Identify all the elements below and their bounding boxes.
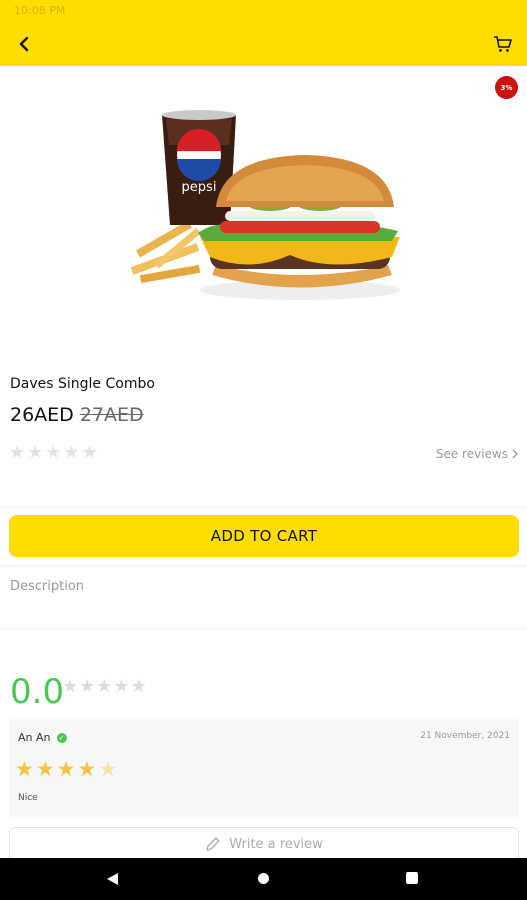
- nav-recents-icon[interactable]: [406, 872, 418, 884]
- reviewer-name-row: An An ✓: [18, 731, 67, 744]
- star-icon: ★: [96, 676, 113, 697]
- discount-badge: 3%: [495, 76, 518, 99]
- divider: [0, 566, 527, 567]
- fries-graphic: [130, 220, 202, 284]
- write-review-button[interactable]: Write a review: [9, 827, 519, 861]
- svg-text:pepsi: pepsi: [182, 180, 217, 195]
- star-icon: ★: [77, 757, 97, 781]
- chevron-left-icon: [19, 36, 29, 52]
- status-bar: 10:08 PM: [0, 0, 527, 22]
- average-rating-stars: ★ ★ ★ ★ ★: [62, 678, 147, 696]
- divider: [0, 507, 527, 508]
- current-price: 26AED: [10, 404, 74, 426]
- star-icon: ★: [130, 676, 147, 697]
- see-reviews-link[interactable]: See reviews: [436, 447, 518, 461]
- verified-check-icon: ✓: [56, 732, 67, 743]
- ratings-section: 0.0 ★ ★ ★ ★ ★ An An ✓ 21 November, 2021 …: [0, 662, 527, 862]
- see-reviews-label: See reviews: [435, 447, 508, 461]
- pepsi-cup-graphic: pepsi: [162, 110, 236, 225]
- original-price: 27AED: [79, 404, 144, 426]
- add-to-cart-button[interactable]: ADD TO CART: [9, 515, 519, 557]
- description-label: Description: [10, 579, 85, 594]
- star-icon: ★: [62, 676, 79, 697]
- star-icon: ★: [45, 442, 62, 463]
- product-title: Daves Single Combo: [10, 376, 155, 392]
- star-icon: ★: [9, 442, 26, 463]
- chevron-right-icon: [512, 449, 518, 459]
- star-icon: ★: [35, 757, 55, 781]
- star-icon: ★: [15, 757, 34, 781]
- star-icon: ★: [79, 676, 96, 697]
- star-icon: ★: [27, 442, 44, 463]
- system-nav-bar: [0, 858, 527, 900]
- review-date: 21 November, 2021: [420, 731, 510, 741]
- cart-icon: [494, 36, 512, 52]
- review-card: An An ✓ 21 November, 2021 ★ ★ ★ ★ ★ Nice: [9, 719, 519, 817]
- price-row: 26AED 27AED: [10, 404, 144, 426]
- cart-button[interactable]: [489, 30, 517, 58]
- app-bar: [0, 22, 527, 66]
- pencil-icon: [206, 837, 220, 851]
- star-icon: ★: [63, 442, 80, 463]
- nav-home-icon[interactable]: [258, 873, 269, 884]
- star-icon: ★: [113, 676, 130, 697]
- reviewer-name: An An: [18, 731, 51, 744]
- write-review-label: Write a review: [229, 836, 323, 852]
- star-icon: ★: [98, 757, 118, 781]
- review-stars: ★ ★ ★ ★ ★: [15, 759, 117, 780]
- star-icon: ★: [81, 442, 98, 463]
- average-rating: 0.0: [10, 672, 65, 712]
- product-image[interactable]: pepsi: [130, 105, 400, 305]
- product-rating-stars: ★ ★ ★ ★ ★: [9, 444, 98, 462]
- divider: [0, 628, 527, 629]
- star-icon: ★: [56, 757, 76, 781]
- nav-back-icon[interactable]: [106, 872, 119, 886]
- status-time: 10:08 PM: [14, 4, 66, 17]
- back-button[interactable]: [10, 30, 38, 58]
- review-text: Nice: [18, 793, 38, 803]
